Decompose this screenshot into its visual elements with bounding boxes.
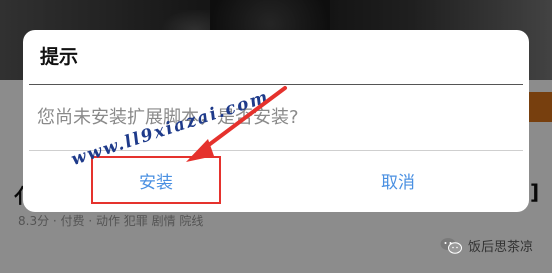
install-prompt-dialog: 提示 您尚未安装扩展脚本，是否安装? 安装 取消	[23, 30, 529, 212]
cancel-button[interactable]: 取消	[343, 156, 453, 204]
wechat-icon	[440, 237, 462, 254]
cancel-button-label: 取消	[381, 172, 415, 193]
account-name: 饭后思茶凉	[468, 240, 534, 255]
dialog-title: 提示	[40, 46, 79, 68]
divider	[29, 84, 523, 85]
account-badge: 饭后思茶凉	[440, 236, 533, 255]
install-button-label: 安装	[139, 172, 173, 193]
install-button[interactable]: 安装	[91, 156, 221, 204]
